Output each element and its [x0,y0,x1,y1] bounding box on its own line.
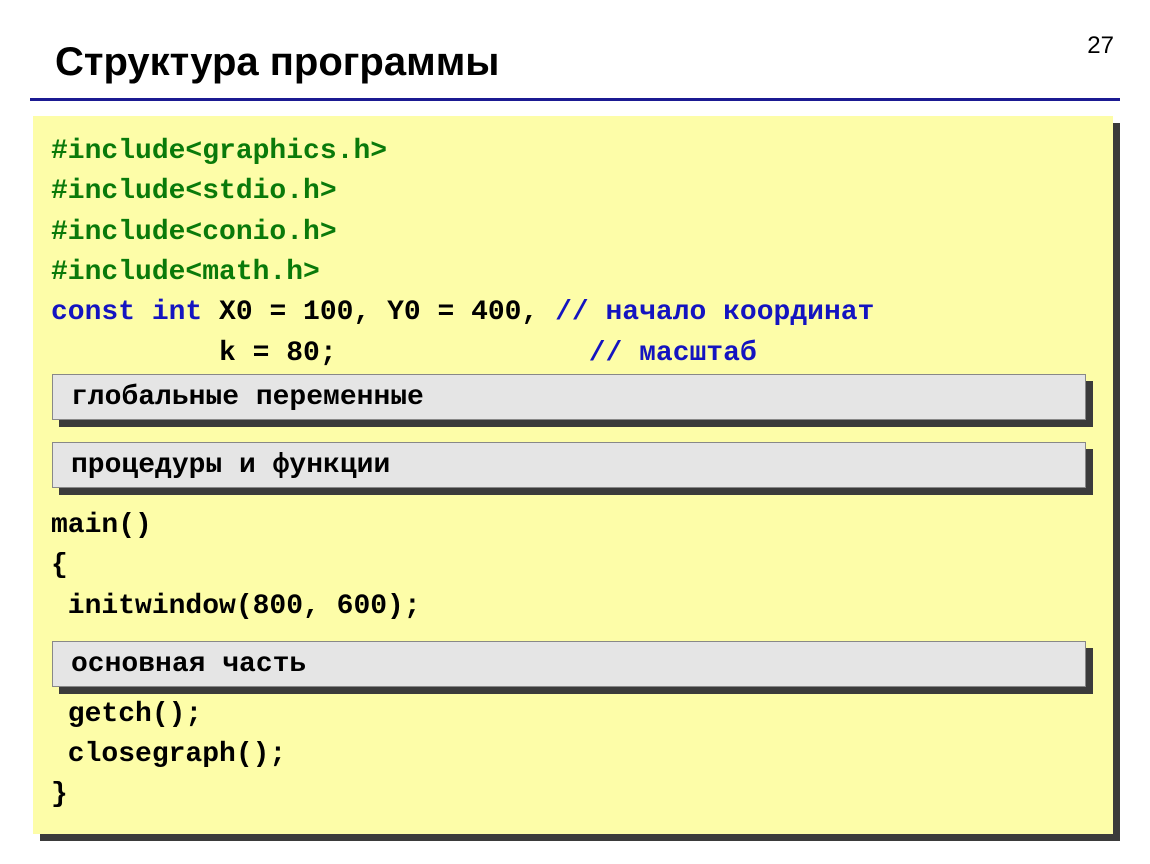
slide: 27 Структура программы #include<graphics… [0,0,1150,864]
label-main-part-text: основная часть [71,649,306,680]
include-line: #include<graphics.h> [51,136,387,167]
getch-call: getch(); [51,699,202,730]
include-line: #include<conio.h> [51,217,337,248]
const-body-2: k = 80; [51,338,589,369]
label-procedures: процедуры и функции [52,442,1086,488]
brace-open: { [51,550,68,581]
slide-title: Структура программы [55,40,499,85]
brace-close: } [51,779,68,810]
label-procedures-text: процедуры и функции [71,450,390,481]
label-main-part: основная часть [52,641,1086,687]
include-line: #include<math.h> [51,257,320,288]
page-number: 27 [1087,32,1114,60]
include-line: #include<stdio.h> [51,176,337,207]
const-body: X0 = 100, Y0 = 400, [202,297,555,328]
main-decl: main() [51,510,152,541]
closegraph-call: closegraph(); [51,739,286,770]
title-rule [30,98,1120,101]
comment-origin: // начало координат [555,297,874,328]
const-keyword: const int [51,297,202,328]
comment-scale: // масштаб [589,338,757,369]
initwindow-call: initwindow(800, 600); [51,591,421,622]
label-globals-text: глобальные переменные [71,382,424,413]
label-globals: глобальные переменные [52,374,1086,420]
